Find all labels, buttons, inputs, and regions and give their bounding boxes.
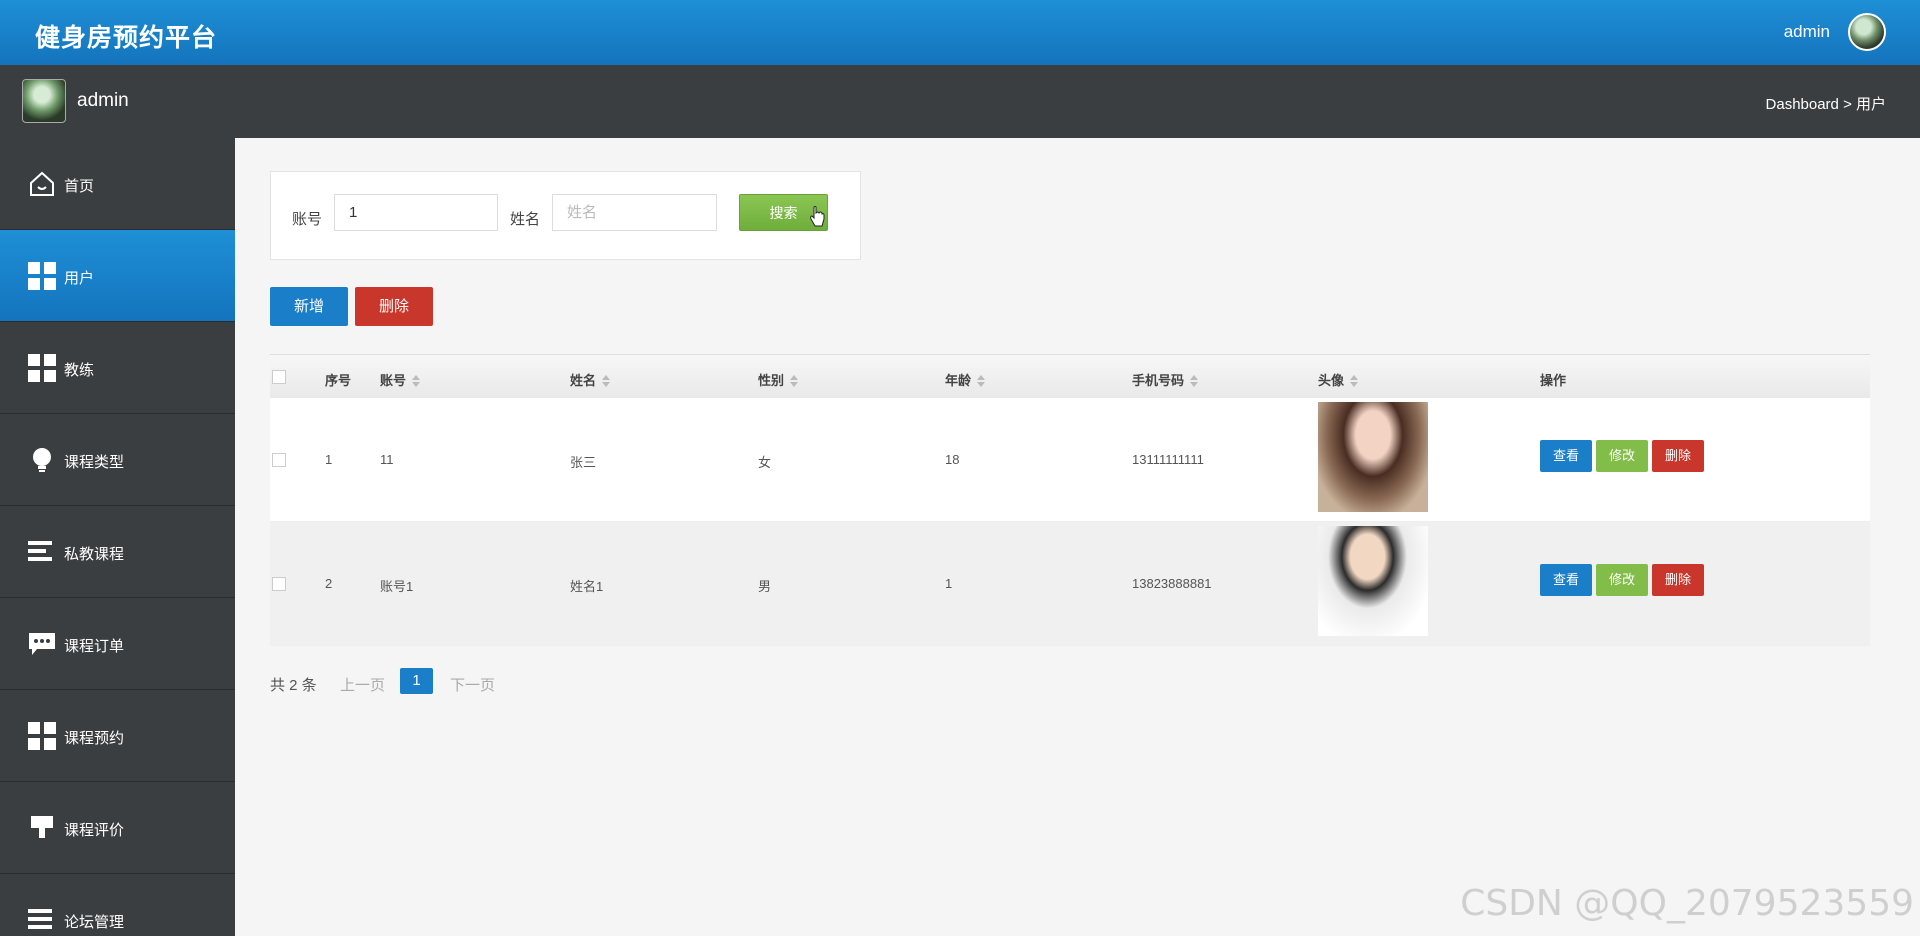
name-label: 姓名 <box>510 211 541 228</box>
watermark: CSDN @QQ_2079523559 <box>1460 883 1914 924</box>
lightbulb-icon <box>33 448 51 472</box>
header-username[interactable]: admin <box>1784 22 1830 42</box>
sidebar-item-label: 首页 <box>64 178 95 195</box>
account-input[interactable] <box>334 194 498 231</box>
delete-button[interactable]: 删除 <box>1652 564 1704 596</box>
col-name[interactable]: 姓名 <box>570 370 611 389</box>
grid-icon <box>28 722 56 750</box>
top-header: 健身房预约平台 admin <box>0 0 1920 65</box>
chat-icon <box>29 633 55 655</box>
sidebar-avatar <box>22 79 66 123</box>
grid-icon <box>28 262 56 290</box>
sub-header: admin Dashboard > 用户 <box>0 65 1920 138</box>
sidebar-item-forum[interactable]: 论坛管理 <box>0 874 235 936</box>
sidebar-item-home[interactable]: 首页 <box>0 138 235 230</box>
name-input[interactable] <box>552 194 717 231</box>
sidebar-item-label: 教练 <box>64 362 95 379</box>
sidebar-item-users[interactable]: 用户 <box>0 230 235 322</box>
select-all-checkbox[interactable] <box>272 370 286 384</box>
sidebar-item-label: 课程评价 <box>64 822 125 839</box>
app-title: 健身房预约平台 <box>35 24 218 52</box>
col-gender[interactable]: 性别 <box>758 370 799 389</box>
prev-page-button[interactable]: 上一页 <box>340 674 385 695</box>
batch-delete-button[interactable]: 删除 <box>355 287 433 326</box>
sort-icon <box>790 375 799 387</box>
users-table: 序号 账号 姓名 性别 年龄 手机号码 头像 操作 1 11 张三 女 18 1… <box>270 354 1870 646</box>
header-avatar[interactable] <box>1848 13 1886 51</box>
grid-icon <box>28 354 56 382</box>
sidebar-item-course-bookings[interactable]: 课程预约 <box>0 690 235 782</box>
total-count: 共 2 条 <box>270 677 317 694</box>
cell-account: 账号1 <box>380 579 414 594</box>
cell-index: 2 <box>325 576 333 591</box>
table-row: 2 账号1 姓名1 男 1 13823888881 查看 修改 删除 <box>270 522 1870 646</box>
sidebar-item-course-types[interactable]: 课程类型 <box>0 414 235 506</box>
brush-icon <box>31 816 53 838</box>
user-avatar-photo <box>1318 526 1428 636</box>
sidebar-username: admin <box>77 90 129 111</box>
search-panel: 账号 姓名 搜索 <box>270 171 861 260</box>
col-actions: 操作 <box>1540 373 1567 388</box>
home-icon <box>30 171 54 196</box>
sidebar-item-private-courses[interactable]: 私教课程 <box>0 506 235 598</box>
breadcrumb: Dashboard > 用户 <box>1765 96 1886 113</box>
cell-phone: 13111111111 <box>1132 452 1204 467</box>
row-actions: 查看 修改 删除 <box>1540 564 1708 596</box>
next-page-button[interactable]: 下一页 <box>450 674 495 695</box>
cell-name: 姓名1 <box>570 579 604 594</box>
sidebar-item-course-orders[interactable]: 课程订单 <box>0 598 235 690</box>
col-age[interactable]: 年龄 <box>945 370 986 389</box>
cell-account: 11 <box>380 452 394 467</box>
row-actions: 查看 修改 删除 <box>1540 440 1708 472</box>
sidebar-item-label: 用户 <box>64 270 95 287</box>
col-avatar[interactable]: 头像 <box>1318 370 1359 389</box>
view-button[interactable]: 查看 <box>1540 440 1592 472</box>
sort-icon <box>1350 375 1359 387</box>
cell-age: 1 <box>945 576 953 591</box>
menu-icon <box>28 909 56 936</box>
col-index: 序号 <box>325 373 352 388</box>
sort-icon <box>412 375 421 387</box>
sidebar-item-label: 私教课程 <box>64 546 125 563</box>
row-checkbox[interactable] <box>272 577 286 591</box>
cell-gender: 男 <box>758 579 772 594</box>
sidebar-item-coaches[interactable]: 教练 <box>0 322 235 414</box>
edit-button[interactable]: 修改 <box>1596 564 1648 596</box>
row-checkbox[interactable] <box>272 453 286 467</box>
table-row: 1 11 张三 女 18 13111111111 查看 修改 删除 <box>270 398 1870 522</box>
page-number-current[interactable]: 1 <box>400 668 433 694</box>
sort-icon <box>1190 375 1199 387</box>
sidebar-item-course-reviews[interactable]: 课程评价 <box>0 782 235 874</box>
view-button[interactable]: 查看 <box>1540 564 1592 596</box>
cell-phone: 13823888881 <box>1132 576 1212 591</box>
sidebar-item-label: 课程订单 <box>64 638 125 655</box>
sidebar-item-label: 课程类型 <box>64 454 125 471</box>
cell-age: 18 <box>945 452 960 467</box>
col-account[interactable]: 账号 <box>380 370 421 389</box>
cell-name: 张三 <box>570 455 597 470</box>
sidebar-item-label: 课程预约 <box>64 730 125 747</box>
sidebar-item-label: 论坛管理 <box>64 914 125 931</box>
add-button[interactable]: 新增 <box>270 287 348 326</box>
user-avatar-photo <box>1318 402 1428 512</box>
pointer-cursor-icon <box>810 206 825 227</box>
sort-icon <box>977 375 986 387</box>
sort-icon <box>602 375 611 387</box>
sidebar: 首页 用户 教练 课程类型 私教课程 课程订单 课程预约 课程评价 论坛管理 <box>0 138 235 936</box>
col-phone[interactable]: 手机号码 <box>1132 370 1199 389</box>
list-icon <box>28 541 56 569</box>
delete-button[interactable]: 删除 <box>1652 440 1704 472</box>
cell-index: 1 <box>325 452 333 467</box>
account-label: 账号 <box>292 211 323 228</box>
cell-gender: 女 <box>758 455 772 470</box>
edit-button[interactable]: 修改 <box>1596 440 1648 472</box>
table-header: 序号 账号 姓名 性别 年龄 手机号码 头像 操作 <box>270 354 1870 398</box>
